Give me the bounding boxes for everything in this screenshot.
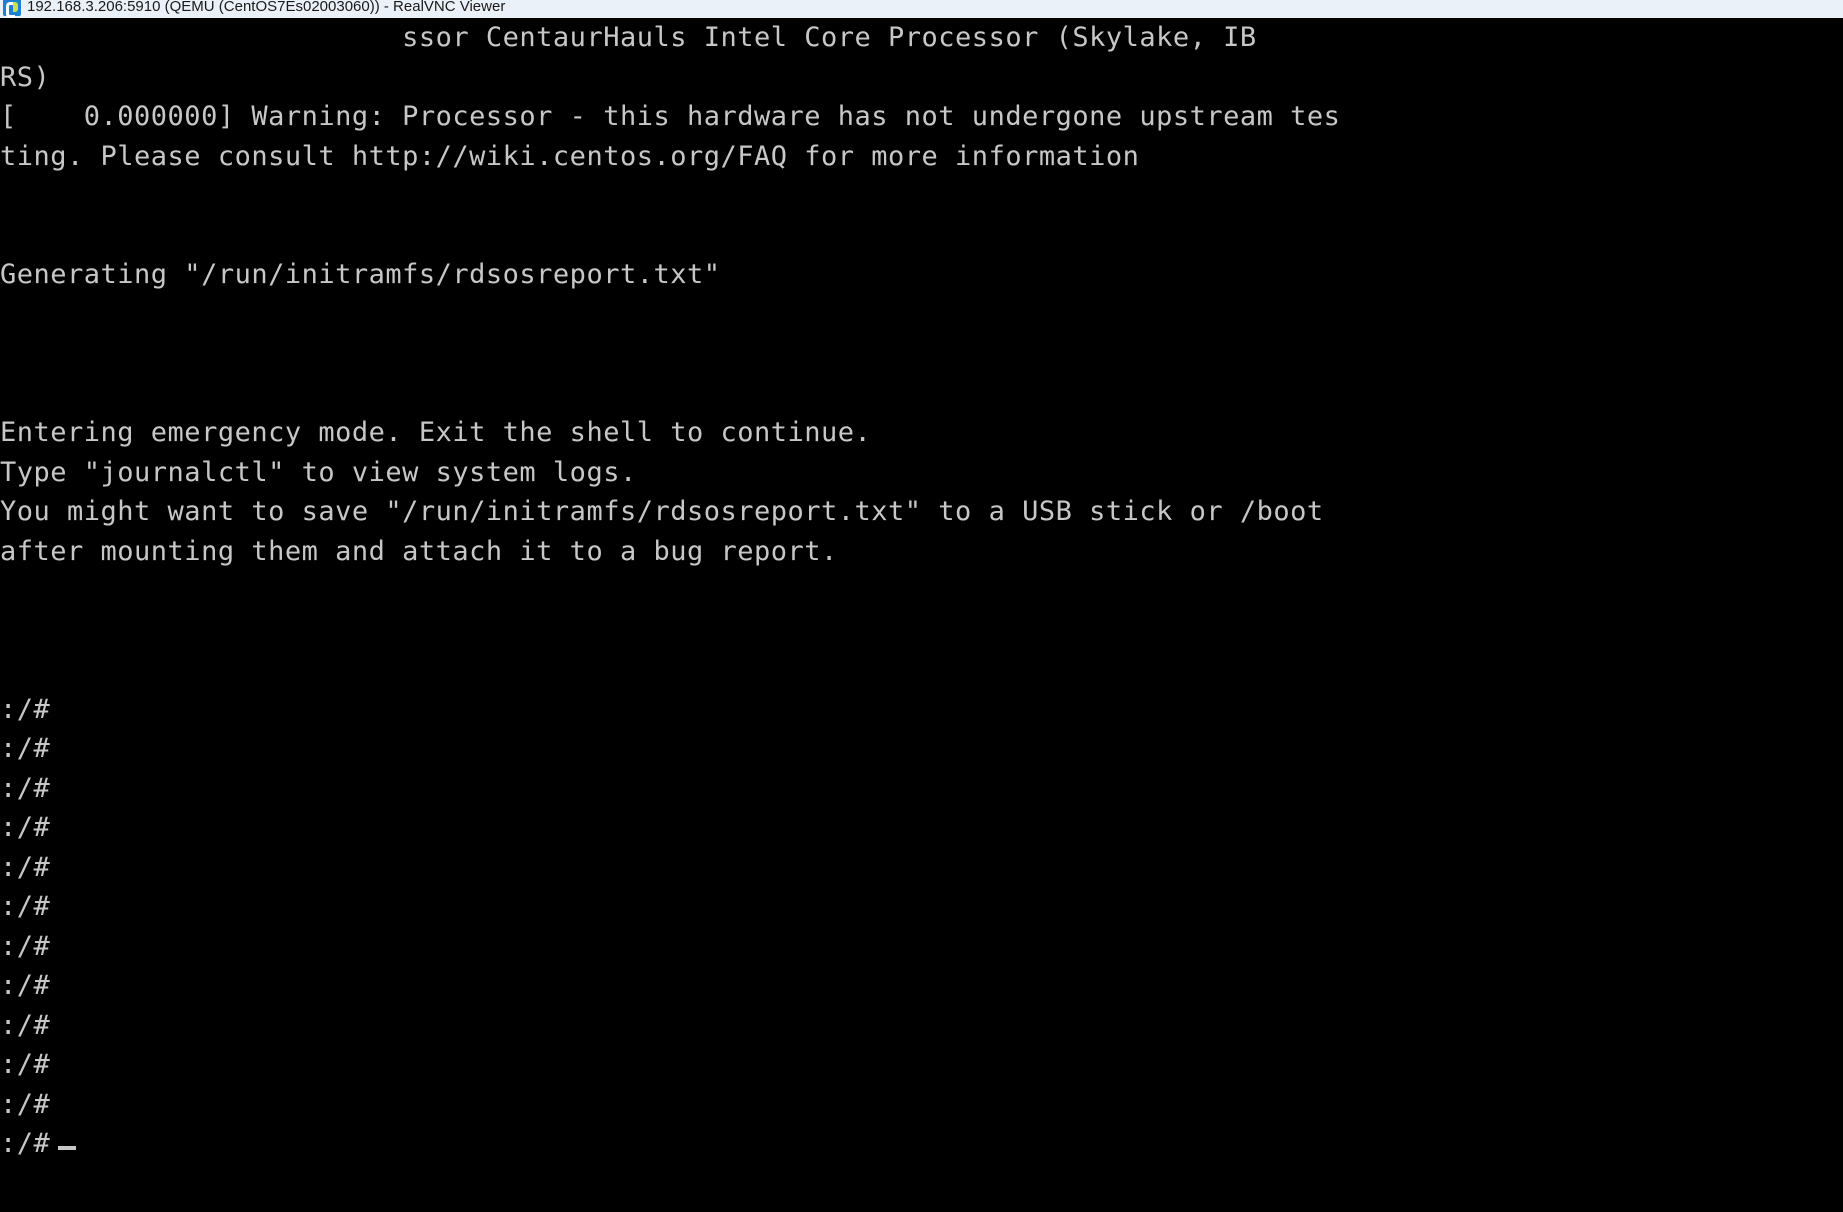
window-title: 192.168.3.206:5910 (QEMU (CentOS7Es02003… [27,0,506,15]
console-output: ssor CentaurHauls Intel Core Processor (… [0,22,1341,1159]
text-cursor [58,1146,77,1150]
vnc-console-screen[interactable]: ssor CentaurHauls Intel Core Processor (… [0,18,1843,1212]
realvnc-logo-icon [3,0,21,18]
window-titlebar[interactable]: 192.168.3.206:5910 (QEMU (CentOS7Es02003… [0,0,1843,18]
